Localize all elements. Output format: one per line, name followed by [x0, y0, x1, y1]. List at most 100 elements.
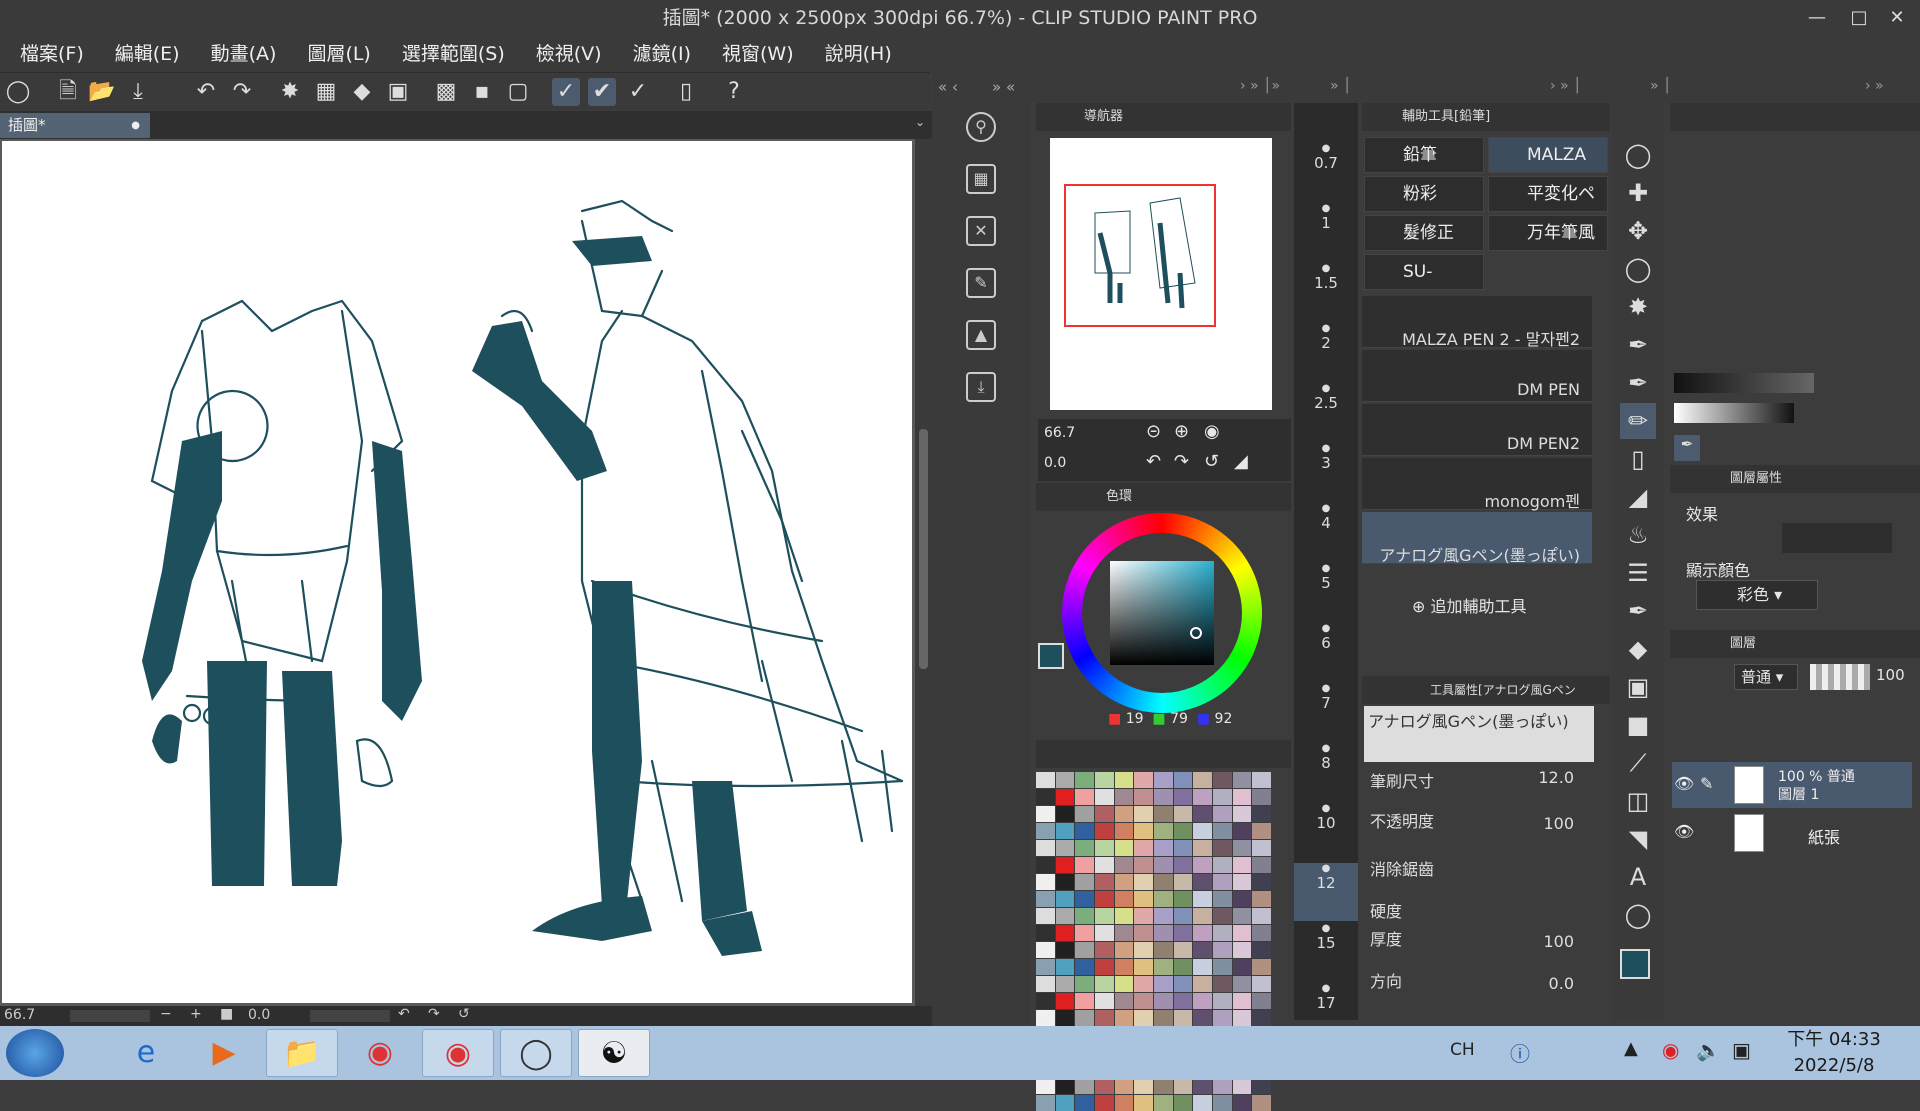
- palette-swatch[interactable]: [1193, 891, 1212, 907]
- palette-swatch[interactable]: [1114, 925, 1134, 941]
- palette-swatch[interactable]: [1252, 908, 1271, 924]
- palette-swatch[interactable]: [1173, 993, 1193, 1009]
- group-malza[interactable]: MALZA PE: [1488, 137, 1608, 173]
- eyedropper-icon[interactable]: ✒: [1620, 327, 1656, 363]
- pen-lock-icon[interactable]: ✎: [1700, 774, 1713, 793]
- opacity-row[interactable]: 不透明度 100: [1370, 808, 1600, 844]
- nav-rotate-right-icon[interactable]: ↷: [1174, 451, 1189, 472]
- palette-swatch[interactable]: [1193, 1010, 1212, 1026]
- palette-swatch[interactable]: [1153, 840, 1173, 856]
- palette-swatch[interactable]: [1036, 993, 1055, 1009]
- maximize-icon[interactable]: □: [1842, 0, 1876, 36]
- palette-swatch[interactable]: [1134, 789, 1153, 805]
- palette-swatch[interactable]: [1134, 1010, 1153, 1026]
- brush-size-preset[interactable]: ● 10: [1294, 803, 1358, 861]
- palette-swatch[interactable]: [1212, 942, 1232, 958]
- palette-swatch[interactable]: [1212, 1095, 1232, 1111]
- main-color-swatch[interactable]: [1038, 643, 1064, 669]
- palette-swatch[interactable]: [1055, 806, 1075, 822]
- palette-swatch[interactable]: [1173, 857, 1193, 873]
- palette-swatch[interactable]: [1173, 840, 1193, 856]
- palette-swatch[interactable]: [1153, 823, 1173, 839]
- group-su-cream[interactable]: SU-Cream I: [1364, 254, 1484, 290]
- palette-swatch[interactable]: [1036, 806, 1055, 822]
- navigator-preview[interactable]: [1050, 138, 1272, 410]
- save-icon[interactable]: ⤓: [124, 78, 152, 106]
- layer-move-tool-icon[interactable]: ✚: [1620, 175, 1656, 211]
- rotate-right-icon[interactable]: ↷: [428, 1006, 440, 1022]
- canvas-vertical-scrollbar[interactable]: [915, 139, 932, 1006]
- blend-mode-select[interactable]: 普通 ▾: [1734, 664, 1798, 690]
- palette-swatch[interactable]: [1094, 891, 1114, 907]
- undo-icon[interactable]: ↶: [192, 78, 220, 106]
- palette-swatch[interactable]: [1212, 1010, 1232, 1026]
- palette-swatch[interactable]: [1075, 789, 1094, 805]
- palette-swatch[interactable]: [1036, 942, 1055, 958]
- palette-swatch[interactable]: [1114, 959, 1134, 975]
- palette-swatch[interactable]: [1232, 925, 1252, 941]
- palette-swatch[interactable]: [1173, 1095, 1193, 1111]
- thickness-value[interactable]: 100: [1543, 932, 1574, 951]
- palette-swatch[interactable]: [1193, 874, 1212, 890]
- lang-indicator[interactable]: CH: [1450, 1040, 1475, 1060]
- palette-swatch[interactable]: [1134, 959, 1153, 975]
- collapse-icon[interactable]: « ‹: [938, 78, 958, 96]
- snap-ruler-icon[interactable]: ✓: [552, 78, 580, 106]
- layer-opacity-slider[interactable]: [1810, 664, 1870, 690]
- palette-swatch[interactable]: [1212, 1078, 1232, 1094]
- network-icon[interactable]: ▣: [1732, 1038, 1751, 1062]
- clip-studio-paint-taskbar-icon[interactable]: ☯: [578, 1029, 650, 1077]
- palette-swatch[interactable]: [1114, 772, 1134, 788]
- palette-swatch[interactable]: [1252, 942, 1271, 958]
- brush-size-preset[interactable]: ● 5: [1294, 563, 1358, 621]
- palette-swatch[interactable]: [1252, 1095, 1271, 1111]
- palette-swatch[interactable]: [1055, 925, 1075, 941]
- palette-swatch[interactable]: [1134, 1078, 1153, 1094]
- tray-expand-icon[interactable]: ▲: [1624, 1038, 1638, 1059]
- palette-swatch[interactable]: [1114, 1010, 1134, 1026]
- color-picker-cursor[interactable]: [1190, 627, 1202, 639]
- menu-layer[interactable]: 圖層(L): [307, 36, 370, 72]
- palette-swatch[interactable]: [1114, 976, 1134, 992]
- palette-swatch[interactable]: [1055, 942, 1075, 958]
- eye-icon-2[interactable]: 👁: [1674, 822, 1694, 841]
- smartphone-icon[interactable]: ▯: [672, 78, 700, 106]
- clear-outside-icon[interactable]: ▦: [312, 78, 340, 106]
- layer-row-1[interactable]: 👁 ✎ 100 % 普通 圖層 1: [1672, 762, 1912, 808]
- menu-animation[interactable]: 動畫(A): [211, 36, 277, 72]
- palette-swatch[interactable]: [1153, 976, 1173, 992]
- saturation-value-square[interactable]: [1110, 561, 1214, 665]
- ruler-tool-icon[interactable]: ◥: [1620, 821, 1656, 857]
- palette-swatch[interactable]: [1036, 840, 1055, 856]
- brush-size-preset[interactable]: ● 12: [1294, 863, 1358, 921]
- rotate-slider[interactable]: [310, 1010, 390, 1022]
- new-file-icon[interactable]: 🗎: [54, 78, 82, 106]
- palette-swatch[interactable]: [1094, 993, 1114, 1009]
- gradient-bar[interactable]: [1674, 373, 1814, 393]
- brush-dm-pen2[interactable]: DM PEN2: [1362, 404, 1592, 456]
- brush-size-preset[interactable]: ● 4: [1294, 503, 1358, 561]
- ink-tool-icon[interactable]: ✒: [1620, 593, 1656, 629]
- brush-size-preset[interactable]: ● 1: [1294, 203, 1358, 261]
- group-varying-pen[interactable]: 平変化ペン: [1488, 176, 1608, 212]
- palette-swatch[interactable]: [1114, 942, 1134, 958]
- palette-swatch[interactable]: [1173, 1078, 1193, 1094]
- palette-swatch[interactable]: [1055, 789, 1075, 805]
- selection-border-icon[interactable]: ▢: [504, 78, 532, 106]
- palette-swatch[interactable]: [1193, 908, 1212, 924]
- brush-size-preset[interactable]: ● 8: [1294, 743, 1358, 801]
- palette-swatch[interactable]: [1153, 1010, 1173, 1026]
- add-subtool-button[interactable]: ⊕ 追加輔助工具: [1412, 593, 1527, 617]
- palette-swatch[interactable]: [1232, 772, 1252, 788]
- palette-swatch[interactable]: [1252, 823, 1271, 839]
- palette-swatch[interactable]: [1153, 772, 1173, 788]
- palette-swatch[interactable]: [1134, 925, 1153, 941]
- palette-swatch[interactable]: [1193, 1095, 1212, 1111]
- palette-swatch[interactable]: [1075, 959, 1094, 975]
- palette-swatch[interactable]: [1075, 908, 1094, 924]
- palette-swatch[interactable]: [1094, 1095, 1114, 1111]
- palette-swatch[interactable]: [1114, 891, 1134, 907]
- palette-swatch[interactable]: [1055, 772, 1075, 788]
- eyedropper-icon-2[interactable]: ✒: [1674, 435, 1700, 461]
- palette-swatch[interactable]: [1212, 976, 1232, 992]
